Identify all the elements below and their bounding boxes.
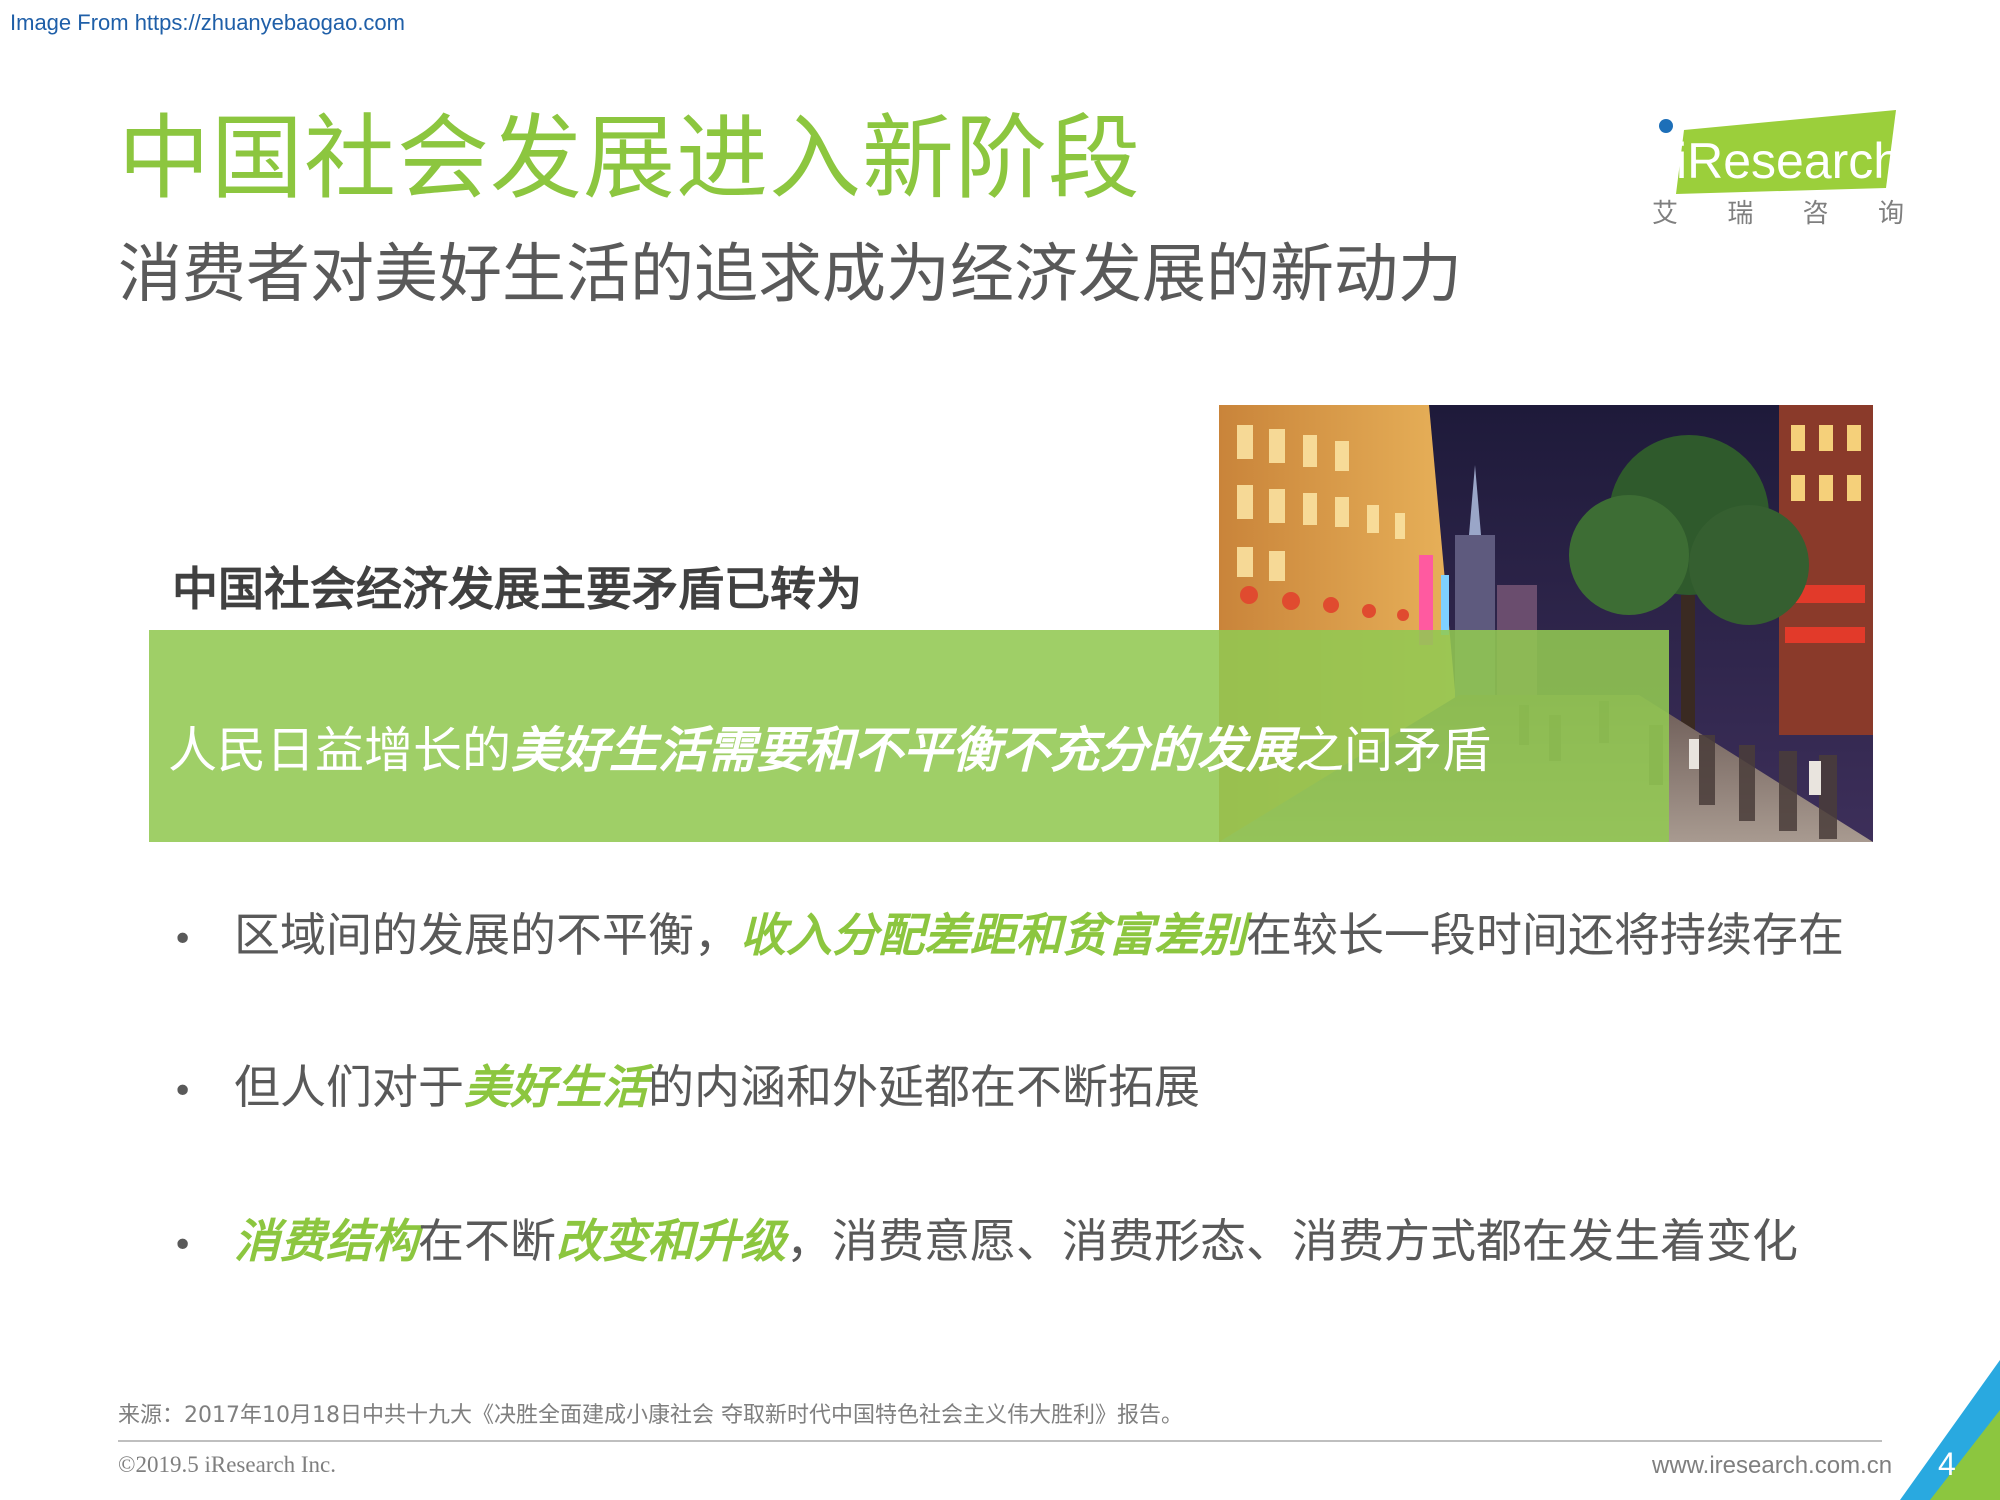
page-number: 4: [1938, 1446, 1956, 1482]
bullet-dot: •: [172, 919, 194, 960]
box-heading: 中国社会经济发展主要矛盾已转为: [172, 562, 862, 616]
bullet-text: ，消费意愿、消费形态、消费方式都在发生着变化: [786, 1214, 1798, 1268]
bullet-text: 区域间的发展的不平衡，: [234, 908, 740, 962]
bullet-item-2: • 但人们对于美好生活的内涵和外延都在不断拓展: [172, 1060, 1200, 1115]
logo-chinese-name: 艾 瑞 咨 询: [1652, 193, 1904, 230]
website-link[interactable]: www.iresearch.com.cn: [1652, 1452, 1892, 1480]
bullet-highlight: 消费结构: [234, 1214, 418, 1268]
logo-wordmark: iResearch: [1676, 133, 1901, 189]
band-text-part2: 之间矛盾: [1295, 722, 1492, 779]
copyright-text: ©2019.5 iResearch Inc.: [118, 1452, 337, 1477]
logo-char: 询: [1877, 199, 1904, 229]
bullet-highlight: 收入分配差距和贫富差别: [740, 908, 1246, 962]
bullet-dot: •: [172, 1071, 194, 1112]
watermark-link[interactable]: Image From https://zhuanyebaogao.com: [10, 10, 405, 36]
page-title: 中国社会发展进入新阶段: [118, 105, 1142, 212]
footer-divider: [118, 1440, 1882, 1442]
logo-char: 咨: [1802, 199, 1829, 229]
logo-char: 艾: [1652, 199, 1679, 229]
band-text-part1: 人民日益增长的: [168, 722, 512, 779]
bullet-text: 在不断: [418, 1214, 556, 1268]
band-statement: 人民日益增长的美好生活需要和不平衡不充分的发展之间矛盾: [168, 724, 1491, 778]
bullet-highlight: 美好生活: [464, 1060, 648, 1114]
bullet-text: 在较长一段时间还将持续存在: [1246, 908, 1844, 962]
logo-char: 瑞: [1727, 199, 1754, 229]
bullet-text: 的内涵和外延都在不断拓展: [648, 1060, 1200, 1114]
bullet-dot: •: [172, 1225, 194, 1266]
bullet-item-1: • 区域间的发展的不平衡，收入分配差距和贫富差别在较长一段时间还将持续存在: [172, 908, 1844, 963]
bullet-text: 但人们对于: [234, 1060, 464, 1114]
page-subtitle: 消费者对美好生活的追求成为经济发展的新动力: [118, 238, 1462, 312]
bullet-item-3: • 消费结构在不断改变和升级，消费意愿、消费形态、消费方式都在发生着变化: [172, 1214, 1798, 1269]
bullet-highlight: 改变和升级: [556, 1214, 786, 1268]
source-note: 来源：2017年10月18日中共十九大《决胜全面建成小康社会 夺取新时代中国特色…: [118, 1403, 1183, 1428]
band-text-emphasis: 美好生活需要和不平衡不充分的发展: [511, 722, 1296, 779]
